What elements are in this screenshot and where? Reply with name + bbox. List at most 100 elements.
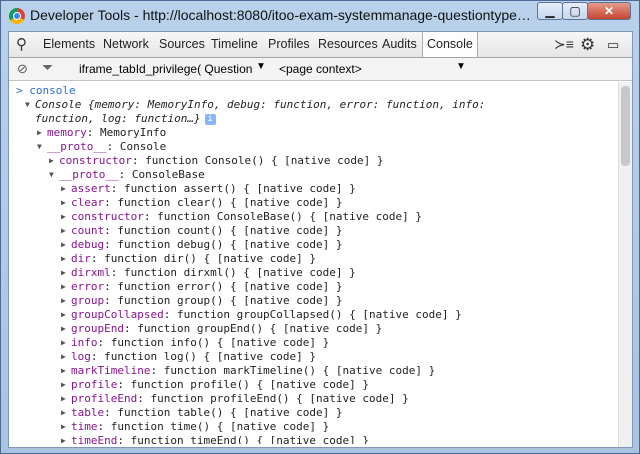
expand-right-icon[interactable]: ▶ (61, 294, 66, 308)
chevron-down-icon[interactable]: ▼ (456, 61, 466, 72)
property-key: profile (71, 378, 118, 391)
close-button[interactable]: ✕ (587, 2, 631, 20)
expand-right-icon[interactable]: ▶ (61, 182, 66, 196)
console-tree-row[interactable]: ▶ count: function count() { [native code]… (9, 224, 632, 238)
devtools-window: Developer Tools - http://localhost:8080/… (0, 0, 640, 454)
prompt-text: console (29, 84, 76, 97)
console-tree-row[interactable]: ▶ memory: MemoryInfo (9, 126, 632, 140)
filter-icon[interactable]: ⏷ (42, 59, 53, 76)
console-tree-row[interactable]: ▶ groupCollapsed: function groupCollapsed… (9, 308, 632, 322)
property-value: function dirxml() { [native code] } (124, 266, 356, 279)
property-value: function assert() { [native code] } (124, 182, 356, 195)
console-tree-row[interactable]: ▶ markTimeline: function markTimeline() {… (9, 364, 632, 378)
info-icon[interactable]: i (204, 113, 216, 125)
context-select[interactable]: <page context> (279, 62, 362, 76)
scrollbar[interactable] (618, 82, 632, 447)
minimize-button[interactable]: ▁ (537, 2, 563, 20)
property-value: {memory: MemoryInfo, debug: function, er… (87, 98, 486, 111)
expand-right-icon[interactable]: ▶ (61, 196, 66, 210)
clear-console-icon[interactable]: ⊘ (17, 61, 28, 77)
tab-audits[interactable]: Audits (382, 32, 417, 57)
expand-right-icon[interactable]: ▶ (61, 364, 66, 378)
console-tree-row[interactable]: ▶ group: function group() { [native code]… (9, 294, 632, 308)
console-tree-row[interactable]: ▶ clear: function clear() { [native code]… (9, 196, 632, 210)
title-bar[interactable]: Developer Tools - http://localhost:8080/… (1, 1, 639, 31)
console-tree-row[interactable]: ▼ __proto__: ConsoleBase (9, 168, 632, 182)
property-value: function profile() { [native code] } (130, 378, 370, 391)
console-tree-row[interactable]: ▶ timeEnd: function timeEnd() { [native c… (9, 434, 632, 444)
scrollbar-thumb[interactable] (621, 86, 630, 166)
expand-right-icon[interactable]: ▶ (61, 266, 66, 280)
property-key: constructor (71, 210, 144, 223)
property-value: function dir() { [native code] } (104, 252, 317, 265)
property-key: info (71, 336, 98, 349)
search-icon[interactable]: ⚲ (16, 32, 27, 57)
console-tree-row[interactable]: ▶ constructor: function Console() { [nati… (9, 154, 632, 168)
tab-sources[interactable]: Sources (159, 32, 205, 57)
console-tree-row[interactable]: ▶ info: function info() { [native code] } (9, 336, 632, 350)
console-tree-row[interactable]: ▶ log: function log() { [native code] } (9, 350, 632, 364)
console-tree-row[interactable]: ▶ debug: function debug() { [native code]… (9, 238, 632, 252)
console-tree-row[interactable]: ▶ dirxml: function dirxml() { [native cod… (9, 266, 632, 280)
console-tree-row[interactable]: ▼ Console {memory: MemoryInfo, debug: fun… (9, 98, 632, 112)
property-key: count (71, 224, 105, 237)
expand-right-icon[interactable]: ▶ (61, 252, 66, 266)
property-key: dir (71, 252, 91, 265)
property-value: function table() { [native code] } (117, 406, 343, 419)
property-key: clear (71, 196, 105, 209)
expand-right-icon[interactable]: ▶ (61, 280, 66, 294)
expand-right-icon[interactable]: ▶ (61, 224, 66, 238)
property-value: function markTimeline() { [native code] … (163, 364, 436, 377)
expand-right-icon[interactable]: ▶ (61, 406, 66, 420)
chevron-down-icon[interactable]: ▼ (256, 61, 266, 72)
property-value: function ConsoleBase() { [native code] } (157, 210, 423, 223)
property-value: function timeEnd() { [native code] } (130, 434, 370, 444)
console-tree-row[interactable]: ▶ profile: function profile() { [native c… (9, 378, 632, 392)
tab-timeline[interactable]: Timeline (211, 32, 258, 57)
expand-right-icon[interactable]: ▶ (61, 336, 66, 350)
maximize-button[interactable]: ▢ (562, 2, 588, 20)
console-tree-row[interactable]: ▶ groupEnd: function groupEnd() { [native… (9, 322, 632, 336)
prompt-chevron-icon: > (16, 84, 30, 97)
expand-right-icon[interactable]: ▶ (61, 210, 66, 224)
expand-right-icon[interactable]: ▶ (61, 238, 66, 252)
expand-right-icon[interactable]: ▶ (61, 378, 66, 392)
console-tree-row[interactable]: ▼ __proto__: Console (9, 140, 632, 154)
expand-right-icon[interactable]: ▶ (61, 350, 66, 364)
expand-down-icon[interactable]: ▼ (49, 168, 54, 182)
tab-profiles[interactable]: Profiles (268, 32, 310, 57)
console-tree-row[interactable]: function, log: function…} i (9, 112, 632, 126)
console-tree-row[interactable]: ▶ error: function error() { [native code]… (9, 280, 632, 294)
tab-console[interactable]: Console (422, 32, 478, 57)
console-tree-row[interactable]: ▶ constructor: function ConsoleBase() { [… (9, 210, 632, 224)
tab-resources[interactable]: Resources (318, 32, 378, 57)
property-value: function info() { [native code] } (110, 336, 330, 349)
tab-elements[interactable]: Elements (43, 32, 95, 57)
console-tree-row[interactable]: ▶ table: function table() { [native code]… (9, 406, 632, 420)
expand-right-icon[interactable]: ▶ (37, 126, 42, 140)
property-key: table (71, 406, 105, 419)
expand-down-icon[interactable]: ▼ (25, 98, 30, 112)
property-key: markTimeline (71, 364, 151, 377)
expand-down-icon[interactable]: ▼ (37, 140, 42, 154)
property-value: function, log: function…} (35, 112, 201, 125)
expand-right-icon[interactable]: ▶ (61, 420, 66, 434)
expand-right-icon[interactable]: ▶ (61, 434, 66, 444)
console-tree-row[interactable]: ▶ time: function time() { [native code] } (9, 420, 632, 434)
console-tree-row[interactable]: ▶ assert: function assert() { [native cod… (9, 182, 632, 196)
drawer-icon[interactable]: ≻≡ (554, 32, 574, 57)
gear-icon[interactable]: ⚙ (580, 32, 595, 57)
expand-right-icon[interactable]: ▶ (61, 308, 66, 322)
tab-network[interactable]: Network (103, 32, 149, 57)
expand-right-icon[interactable]: ▶ (49, 154, 54, 168)
property-key: error (71, 280, 105, 293)
console-prompt-line: > console (9, 84, 632, 98)
console-tree-row[interactable]: ▶ dir: function dir() { [native code] } (9, 252, 632, 266)
console-tree-row[interactable]: ▶ profileEnd: function profileEnd() { [na… (9, 392, 632, 406)
property-key: time (71, 420, 98, 433)
chrome-icon (9, 8, 25, 24)
expand-right-icon[interactable]: ▶ (61, 322, 66, 336)
expand-right-icon[interactable]: ▶ (61, 392, 66, 406)
dock-icon[interactable]: ▭ (607, 32, 619, 57)
frame-select[interactable]: iframe_tabId_privilege( Question (79, 62, 252, 76)
